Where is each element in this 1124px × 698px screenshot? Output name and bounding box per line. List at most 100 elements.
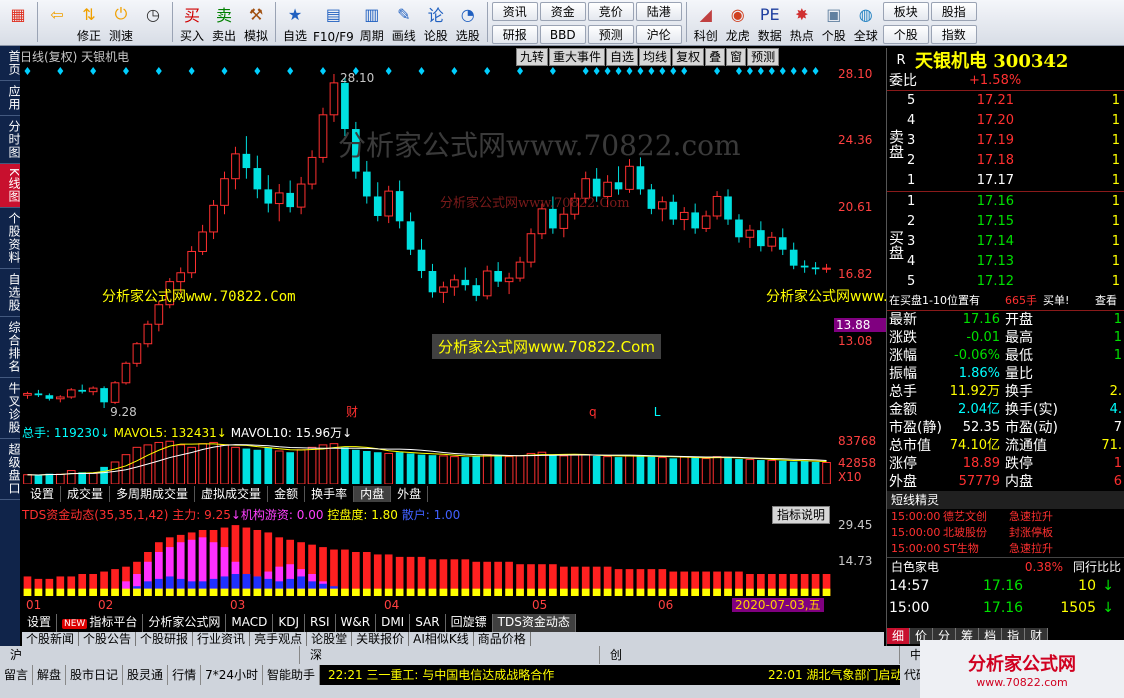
- volume-tab[interactable]: 外盘: [391, 486, 429, 502]
- market-index[interactable]: 创: [600, 646, 900, 664]
- news-ticker[interactable]: 22:21 三一重工: 与中国电信达成战略合作: [320, 665, 760, 685]
- toolbar-chart-button[interactable]: ◢ 科创: [690, 2, 722, 44]
- volume-tab[interactable]: 设置: [24, 486, 62, 502]
- toolbar-tiger-button[interactable]: ◉ 龙虎: [722, 2, 754, 44]
- book-row[interactable]: 1 17.17 1: [887, 171, 1124, 191]
- toolbar-pencil-button[interactable]: ✎ 画线: [388, 2, 420, 44]
- news-ticker-2[interactable]: 22:01 湖北气象部门启动: [760, 665, 900, 685]
- left-tab[interactable]: 应用: [0, 81, 21, 116]
- toolbar-pe-button[interactable]: PE 数据: [754, 2, 786, 44]
- left-tab[interactable]: 牛叉诊股: [0, 378, 21, 439]
- toolbar-clock-button[interactable]: ◷: [137, 2, 169, 44]
- toolbar-power-button[interactable]: ⏻ 测速: [105, 2, 137, 44]
- volume-tab[interactable]: 换手率: [305, 486, 355, 502]
- toolbar-gauge-button[interactable]: ◔ 选股: [452, 2, 484, 44]
- toolbar-sell-button[interactable]: 卖卖出: [208, 2, 240, 44]
- info-tab[interactable]: 个股公告: [79, 632, 137, 646]
- toolbar-pair-button[interactable]: 股指: [930, 2, 977, 21]
- info-tab[interactable]: 关联报价: [352, 632, 410, 646]
- status-item[interactable]: 解盘: [33, 665, 67, 685]
- indicator-tab[interactable]: 回旋镖: [446, 614, 493, 632]
- toolbar-pair-button[interactable]: 预测: [587, 25, 634, 44]
- volume-tab[interactable]: 多周期成交量: [110, 486, 196, 502]
- status-item[interactable]: 行情: [168, 665, 202, 685]
- book-row[interactable]: 1 17.16 1: [887, 192, 1124, 212]
- volume-tab[interactable]: 成交量: [61, 486, 111, 502]
- indicator-tab[interactable]: RSI: [305, 614, 336, 632]
- flash-item[interactable]: 15:00:00 ST生物 急速拉升: [887, 541, 1124, 557]
- status-item[interactable]: 留言: [0, 665, 34, 685]
- toolbar-windows-button[interactable]: ▦: [2, 2, 34, 44]
- quote-tab[interactable]: 细: [887, 628, 911, 644]
- book-row[interactable]: 5 17.12 1: [887, 272, 1124, 292]
- indicator-tab[interactable]: NEW 指标平台: [57, 614, 144, 632]
- info-tab[interactable]: 个股研报: [136, 632, 194, 646]
- toolbar-buy-button[interactable]: 买买入: [176, 2, 208, 44]
- toolbar-hot-button[interactable]: ✸ 热点: [786, 2, 818, 44]
- toolbar-stock-button[interactable]: ▣ 个股: [818, 2, 850, 44]
- toolbar-pair-button[interactable]: 资金: [539, 2, 586, 21]
- indicator-tab[interactable]: 分析家公式网: [143, 614, 227, 632]
- toolbar-f10-button[interactable]: ▤ F10/F9: [311, 2, 356, 45]
- toolbar-period-button[interactable]: ▥ 周期: [356, 2, 388, 44]
- indicator-tab[interactable]: 设置: [22, 614, 58, 632]
- left-tab[interactable]: 自选股: [0, 269, 21, 317]
- price-chart[interactable]: 28.10 9.28 财 q L: [22, 64, 832, 420]
- indicator-tab[interactable]: W&R: [336, 614, 377, 632]
- indicator-tab[interactable]: DMI: [376, 614, 411, 632]
- toolbar-pair-button[interactable]: 板块: [882, 2, 929, 21]
- volume-tab[interactable]: 虚拟成交量: [195, 486, 269, 502]
- toolbar-talk-button[interactable]: 论论股: [420, 2, 452, 44]
- indicator-tab[interactable]: SAR: [410, 614, 446, 632]
- toolbar-pair-button[interactable]: 研报: [491, 25, 538, 44]
- left-tab[interactable]: 分时图: [0, 116, 21, 164]
- toolbar-globe-button[interactable]: ◍ 全球: [850, 2, 882, 44]
- book-row[interactable]: 4 17.13 1: [887, 252, 1124, 272]
- status-item[interactable]: 股市日记: [66, 665, 124, 685]
- indicator-tab[interactable]: TDS资金动态: [492, 614, 576, 632]
- left-tab[interactable]: K线图: [0, 164, 21, 208]
- status-item[interactable]: 智能助手: [263, 665, 320, 685]
- left-tab[interactable]: 超级盘口: [0, 439, 21, 500]
- toolbar-pair-button[interactable]: 竞价: [587, 2, 634, 21]
- bid-notice-view[interactable]: 查看: [1095, 292, 1117, 310]
- volume-tab[interactable]: 内盘: [354, 486, 392, 502]
- book-row[interactable]: 4 17.20 1: [887, 111, 1124, 131]
- book-row[interactable]: 2 17.15 1: [887, 212, 1124, 232]
- status-item[interactable]: 7*24小时: [201, 665, 263, 685]
- info-tab[interactable]: 论股堂: [307, 632, 353, 646]
- info-tab[interactable]: 行业资讯: [193, 632, 251, 646]
- info-tab[interactable]: 个股新闻: [22, 632, 80, 646]
- book-row[interactable]: 2 17.18 1: [887, 151, 1124, 171]
- toolbar-pair-button[interactable]: 个股: [882, 25, 929, 44]
- toolbar-star-button[interactable]: ★ 自选: [279, 2, 311, 44]
- volume-tab[interactable]: 金额: [268, 486, 306, 502]
- market-index[interactable]: 沪: [0, 646, 300, 664]
- info-tab[interactable]: AI相似K线: [409, 632, 474, 646]
- toolbar-up-down-button[interactable]: ⇅ 修正: [73, 2, 105, 44]
- toolbar-pair-button[interactable]: 资讯: [491, 2, 538, 21]
- volume-chart[interactable]: [22, 436, 832, 484]
- book-row[interactable]: 5 17.21 1: [887, 91, 1124, 111]
- left-tab[interactable]: 首页: [0, 46, 21, 81]
- toolbar-pair-button[interactable]: BBD: [539, 25, 586, 44]
- flash-item[interactable]: 15:00:00 德艺文创 急速拉升: [887, 509, 1124, 525]
- toolbar-back-arrow-button[interactable]: ⇦: [41, 2, 73, 44]
- toolbar-pair-button[interactable]: 陆港: [635, 2, 682, 21]
- left-tab[interactable]: 个股资料: [0, 208, 21, 269]
- book-row[interactable]: 3 17.19 1: [887, 131, 1124, 151]
- indicator-tab[interactable]: MACD: [226, 614, 274, 632]
- market-index[interactable]: 深: [300, 646, 600, 664]
- sector-rank[interactable]: 同行比比: [1063, 558, 1121, 575]
- toolbar-hammer-button[interactable]: ⚒ 模拟: [240, 2, 272, 44]
- indicator-tab[interactable]: KDJ: [273, 614, 306, 632]
- tds-chart[interactable]: [22, 522, 832, 596]
- status-item[interactable]: 股灵通: [123, 665, 169, 685]
- info-tab[interactable]: 商品价格: [474, 632, 531, 646]
- book-row[interactable]: 3 17.14 1: [887, 232, 1124, 252]
- toolbar-pair-button[interactable]: 指数: [930, 25, 977, 44]
- toolbar-pair-button[interactable]: 沪伦: [635, 25, 682, 44]
- info-tab[interactable]: 亮手观点: [250, 632, 308, 646]
- flash-item[interactable]: 15:00:00 北玻股份 封涨停板: [887, 525, 1124, 541]
- left-tab[interactable]: 综合排名: [0, 317, 21, 378]
